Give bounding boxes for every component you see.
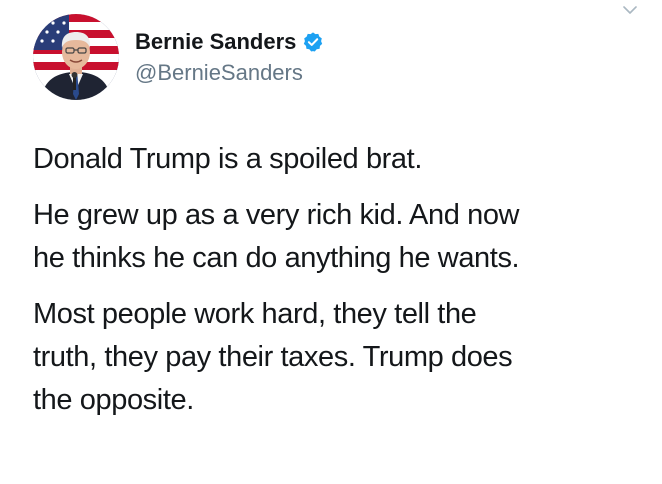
author-display-name[interactable]: Bernie Sanders [135,27,296,57]
chevron-down-icon[interactable] [619,2,641,20]
tweet-paragraph: Most people work hard, they tell the tru… [33,298,513,416]
tweet-paragraph: Donald Trump is a spoiled brat. [33,143,422,175]
tweet-text: Donald Trump is a spoiled brat. He grew … [33,138,643,435]
author-name-row[interactable]: Bernie Sanders [135,27,324,57]
avatar-image [33,14,119,100]
author-avatar[interactable] [33,14,119,100]
verified-badge-icon [302,31,324,53]
tweet-card: Bernie Sanders @BernieSanders Donald Tru… [0,0,662,484]
author-handle[interactable]: @BernieSanders [135,58,303,88]
tweet-paragraph: He grew up as a very rich kid. And now h… [33,199,520,274]
